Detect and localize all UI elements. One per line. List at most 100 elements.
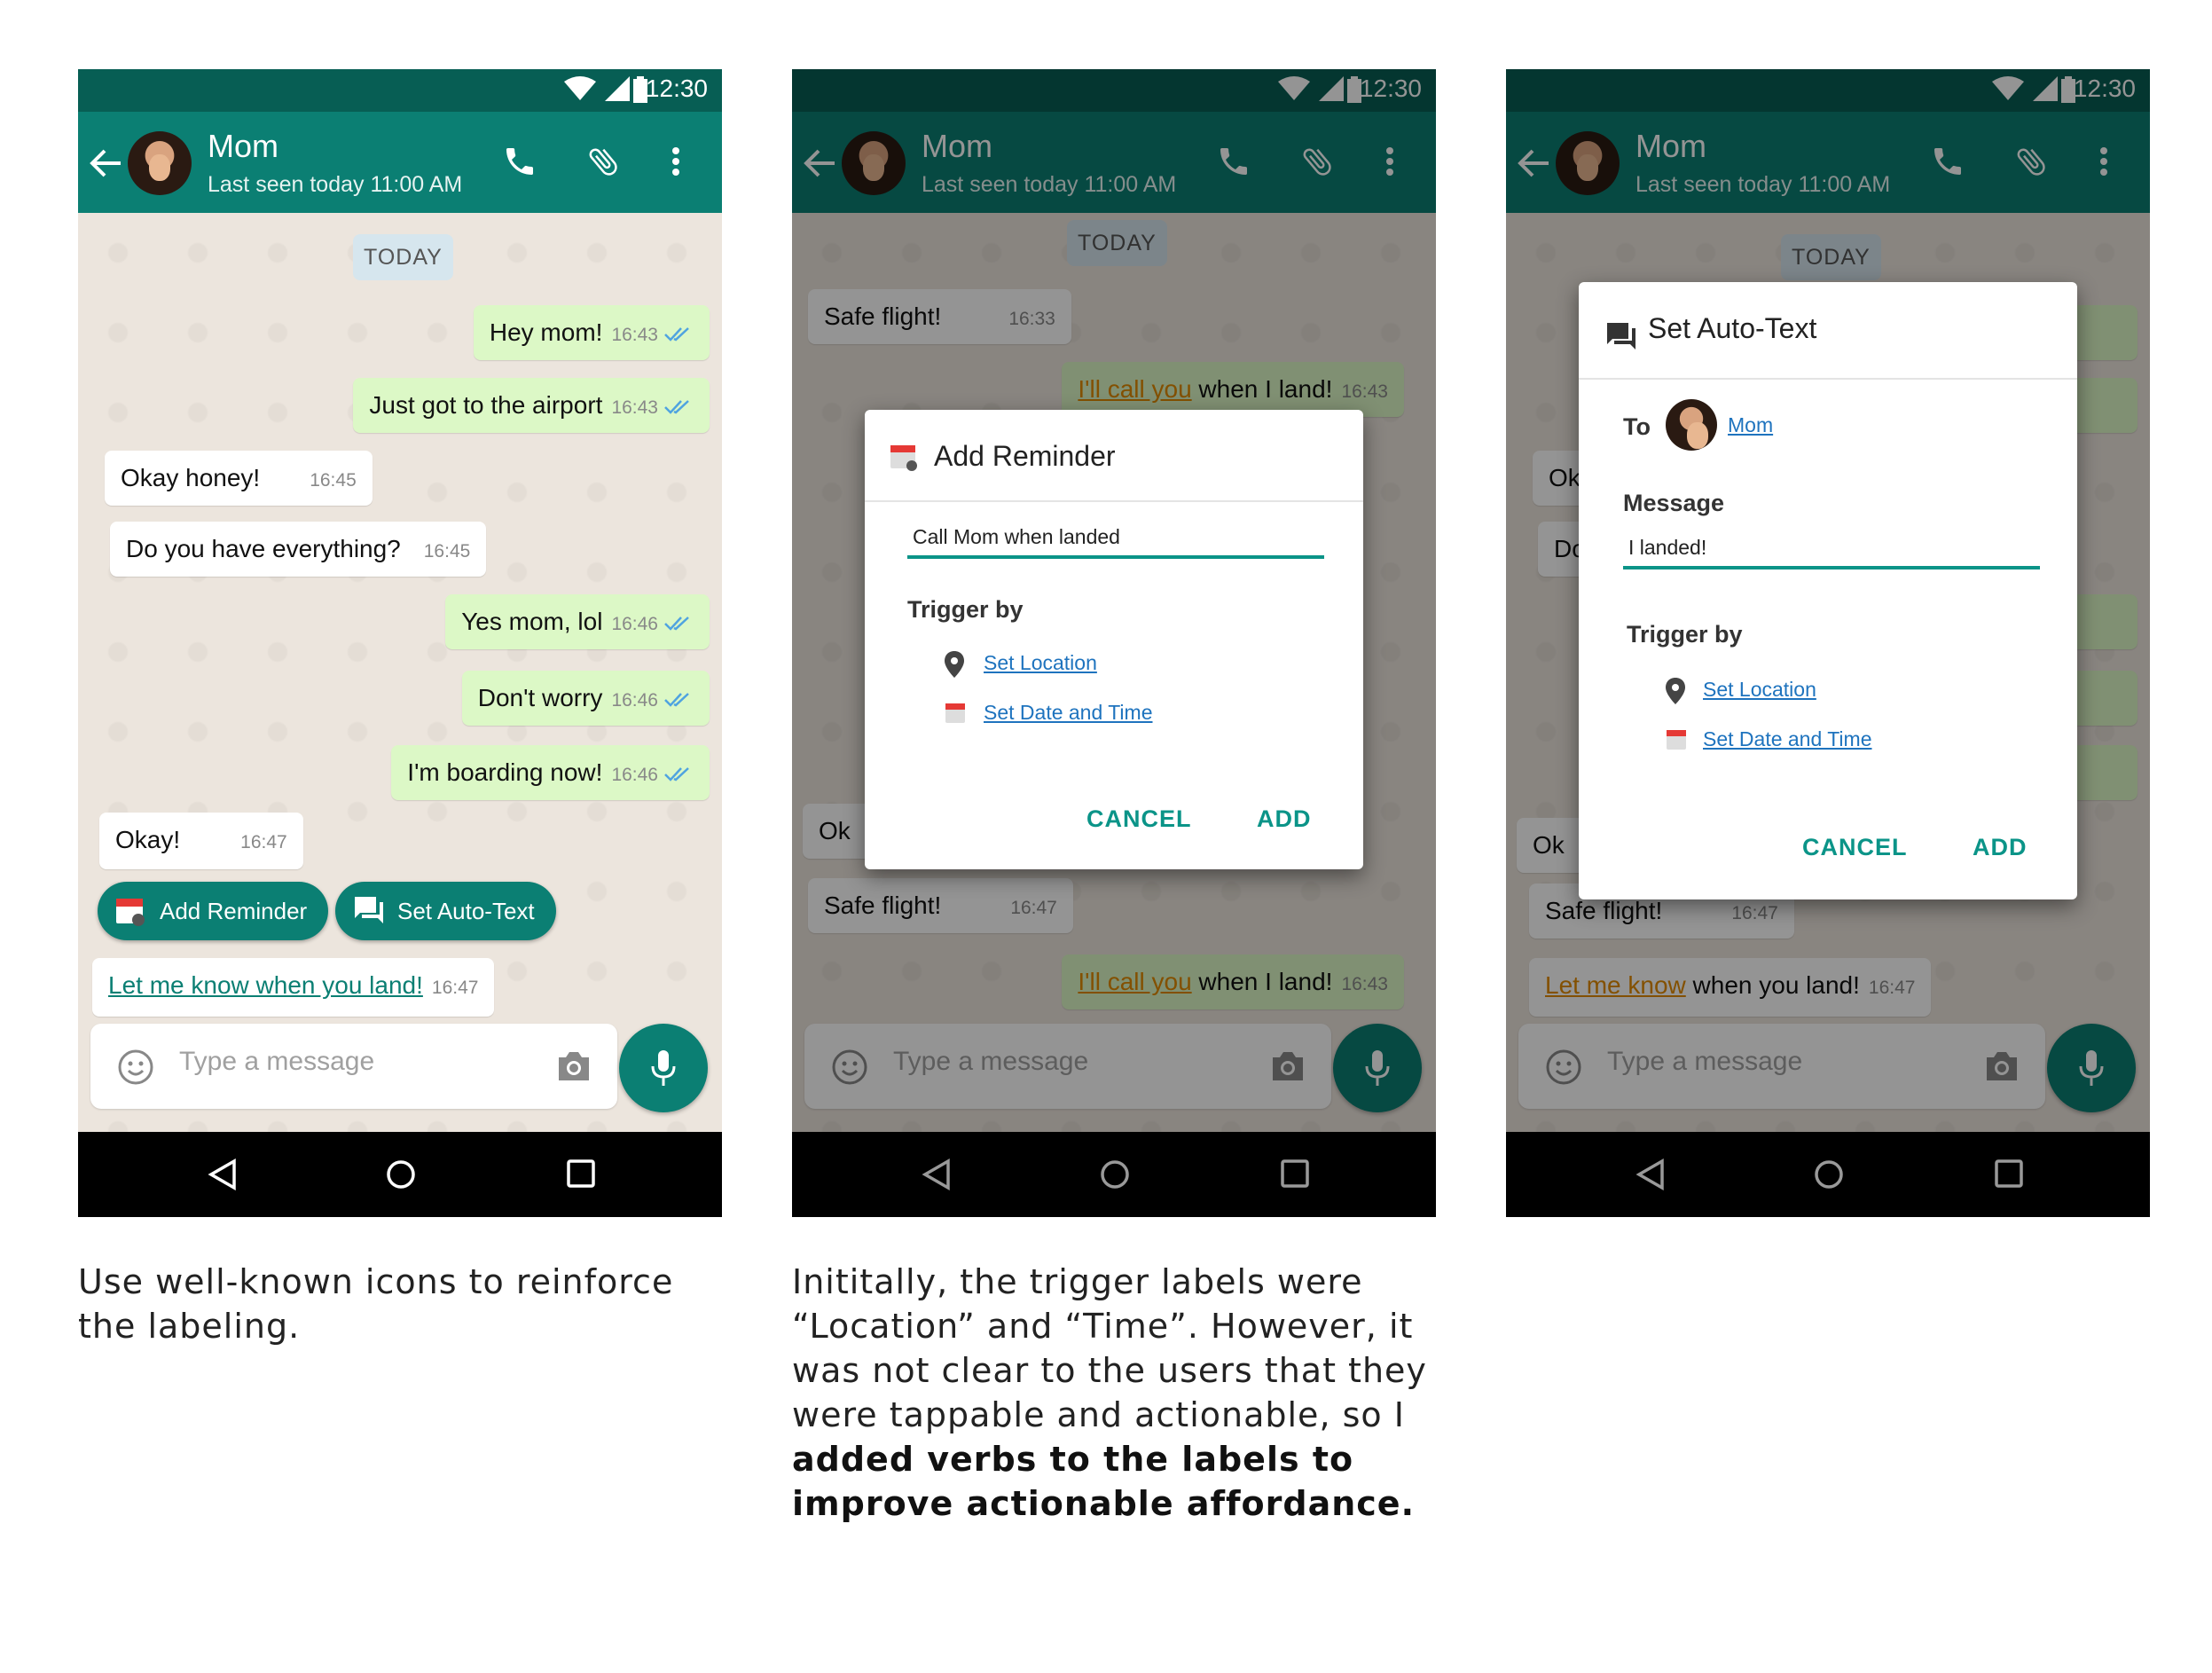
chip-label: Add Reminder (160, 898, 308, 924)
nav-bar (1506, 1132, 2150, 1217)
message-time: 16:46 (611, 614, 658, 634)
message-bubble[interactable]: I'm boarding now! 16:46 (391, 745, 710, 800)
avatar[interactable] (128, 131, 192, 195)
calendar-icon (116, 899, 145, 926)
set-autotext-chip[interactable]: Set Auto-Text (335, 882, 556, 940)
cancel-button[interactable]: CANCEL (1086, 805, 1192, 833)
phone-add-reminder-screen: 12:30 Mom Last seen today 11:00 AM TODAY… (792, 69, 1436, 1217)
mic-icon (651, 1050, 676, 1086)
double-check-icon (664, 616, 689, 631)
message-bubble[interactable]: Hey mom! 16:43 (473, 305, 710, 360)
message-text: Don't worry (477, 684, 603, 711)
chat-icon (1607, 323, 1635, 350)
message-text: Okay honey! (121, 464, 261, 491)
field-underline (1623, 566, 2040, 569)
caption-line: “Location” and “Time”. However, it (792, 1307, 1414, 1346)
double-check-icon (664, 766, 689, 782)
status-time: 12:30 (645, 75, 708, 102)
message-text: Yes mom, lol (461, 608, 603, 635)
calendar-icon (890, 445, 917, 471)
message-text: Okay! (115, 826, 181, 853)
autotext-message-field[interactable]: I landed! (1628, 536, 1706, 560)
divider (1579, 378, 2077, 380)
message-bubble[interactable]: Just got to the airport 16:43 (353, 378, 710, 433)
location-pin-icon (945, 651, 964, 678)
field-underline (907, 555, 1324, 559)
message-time: 16:43 (611, 397, 658, 418)
more-vert-icon[interactable] (667, 144, 685, 179)
caption-middle: Inititally, the trigger labels were “Loc… (792, 1260, 1427, 1526)
set-date-time-link[interactable]: Set Date and Time (1703, 727, 1872, 751)
nav-home-icon[interactable] (385, 1159, 417, 1190)
caption-bold-text: improve actionable affordance. (792, 1484, 1416, 1523)
last-seen: Last seen today 11:00 AM (208, 172, 463, 197)
nav-recents-icon[interactable] (566, 1159, 596, 1189)
double-check-icon (664, 326, 689, 342)
to-label: To (1623, 413, 1651, 440)
mic-button[interactable] (619, 1024, 708, 1112)
caption-line: Use well-known icons to reinforce (78, 1262, 674, 1301)
location-pin-icon (1666, 678, 1685, 704)
attach-icon[interactable] (585, 144, 621, 179)
message-bubble[interactable]: Okay honey! 16:45 (105, 451, 373, 506)
message-text: Do you have everything? (126, 535, 401, 562)
caption-line: Inititally, the trigger labels were (792, 1262, 1363, 1301)
nav-recents-icon[interactable] (1280, 1159, 1310, 1189)
message-text: Hey mom! (489, 318, 603, 346)
recipient-link[interactable]: Mom (1728, 413, 1773, 437)
chat-area[interactable]: TODAY Hey mom! 16:43 Just got to the airp… (78, 213, 722, 1132)
caption-left: Use well-known icons to reinforce the la… (78, 1260, 673, 1348)
message-time: 16:43 (611, 325, 658, 345)
set-date-time-link[interactable]: Set Date and Time (984, 701, 1153, 725)
message-text: I'm boarding now! (407, 758, 603, 786)
message-time: 16:47 (240, 832, 287, 852)
phone-icon[interactable] (502, 144, 537, 179)
calendar-icon (945, 703, 965, 723)
nav-back-icon[interactable] (1635, 1159, 1666, 1190)
nav-back-icon[interactable] (208, 1159, 238, 1190)
camera-icon[interactable] (555, 1049, 592, 1084)
caption-bold-line: improve actionable affordance. (792, 1481, 1427, 1526)
contact-name[interactable]: Mom (208, 128, 278, 165)
nav-back-icon[interactable] (922, 1159, 952, 1190)
avatar (1666, 399, 1717, 451)
dialog-title: Set Auto-Text (1648, 312, 1817, 344)
phone-chat-screen: 12:30 Mom Last seen today 11:00 AM TODAY… (78, 69, 722, 1217)
cancel-button[interactable]: CANCEL (1802, 834, 1908, 861)
add-reminder-chip[interactable]: Add Reminder (98, 882, 329, 940)
message-bubble[interactable]: Yes mom, lol 16:46 (445, 594, 710, 649)
set-location-link[interactable]: Set Location (1703, 678, 1816, 702)
caption-line: were tappable and actionable, so I (792, 1395, 1405, 1434)
message-time: 16:46 (611, 690, 658, 711)
message-input[interactable]: Type a message (90, 1024, 617, 1109)
chat-icon (355, 897, 383, 923)
message-bubble[interactable]: Don't worry 16:46 (461, 671, 710, 726)
nav-home-icon[interactable] (1099, 1159, 1131, 1190)
chip-label: Set Auto-Text (397, 898, 535, 924)
set-location-link[interactable]: Set Location (984, 651, 1097, 675)
add-button[interactable]: ADD (1973, 834, 2028, 861)
double-check-icon (664, 399, 689, 414)
emoji-icon[interactable] (117, 1049, 154, 1086)
back-arrow-icon[interactable] (89, 147, 124, 179)
reminder-text-field[interactable]: Call Mom when landed (913, 525, 1120, 549)
caption-line: the labeling. (78, 1307, 301, 1346)
message-bubble[interactable]: Do you have everything? 16:45 (110, 522, 487, 577)
add-button[interactable]: ADD (1257, 805, 1312, 833)
status-bar: 12:30 (78, 69, 722, 112)
double-check-icon (664, 692, 689, 707)
message-link[interactable]: Let me know when you land! (108, 971, 423, 999)
nav-home-icon[interactable] (1813, 1159, 1845, 1190)
message-bubble[interactable]: Let me know when you land! 16:47 (92, 958, 495, 1017)
message-time: 16:46 (611, 765, 658, 785)
message-time: 16:47 (431, 978, 479, 998)
message-time: 16:45 (423, 541, 471, 562)
nav-recents-icon[interactable] (1994, 1159, 2024, 1189)
caption-line: was not clear to the users that they (792, 1351, 1427, 1390)
date-label: TODAY (353, 234, 453, 280)
calendar-icon (1667, 730, 1686, 750)
message-bubble[interactable]: Okay! 16:47 (99, 813, 303, 869)
trigger-label: Trigger by (1627, 621, 1743, 648)
caption-bold-line: added verbs to the labels to (792, 1437, 1427, 1481)
trigger-label: Trigger by (907, 596, 1024, 623)
